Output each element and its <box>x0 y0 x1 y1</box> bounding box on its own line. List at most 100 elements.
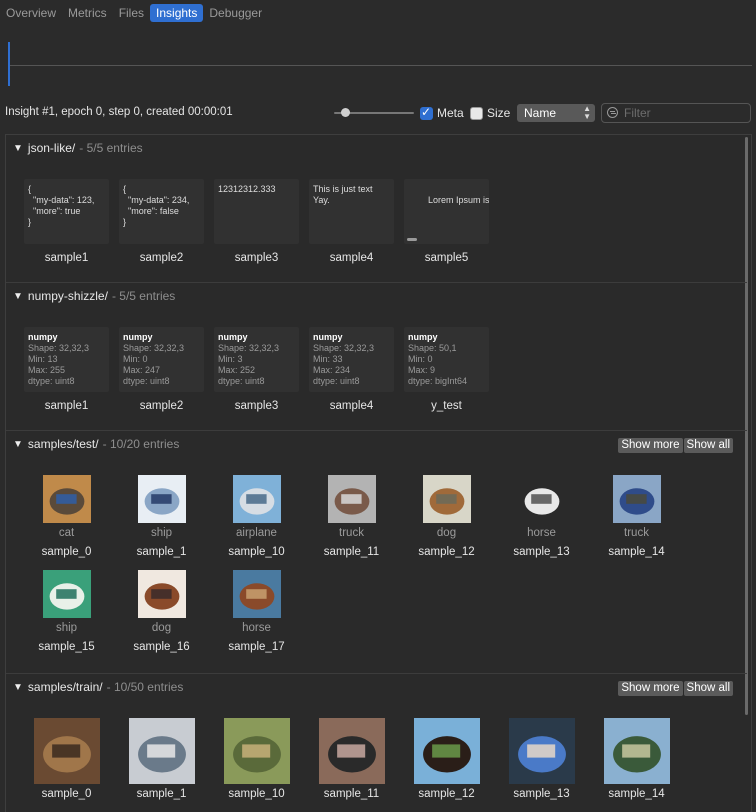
disclosure-triangle-icon[interactable]: ▼ <box>13 143 23 154</box>
section-buttons: Show more Show all <box>618 438 733 453</box>
entry-card[interactable]: This is just text Yay. sample4 <box>309 179 394 264</box>
section-header[interactable]: ▼ samples/test/ - 10/20 entries <box>13 437 179 451</box>
sample-thumbnail[interactable] <box>42 570 91 618</box>
sample-item[interactable]: horse sample_17 <box>209 570 304 653</box>
disclosure-triangle-icon[interactable]: ▼ <box>13 439 23 450</box>
disclosure-triangle-icon[interactable]: ▼ <box>13 291 23 302</box>
entry-card[interactable]: { "my-data": 234, "more": false } sample… <box>119 179 204 264</box>
section-header[interactable]: ▼ json-like/ - 5/5 entries <box>13 141 143 155</box>
slider-thumb[interactable] <box>341 108 350 117</box>
size-checkbox[interactable]: Size <box>470 106 510 120</box>
section-header[interactable]: ▼ numpy-shizzle/ - 5/5 entries <box>13 289 175 303</box>
section-samples-test: ▼ samples/test/ - 10/20 entries Show mor… <box>6 431 747 674</box>
sample-thumbnail[interactable] <box>223 718 290 784</box>
sample-image <box>42 570 91 618</box>
entry-card[interactable]: numpy Shape: 32,32,3 Min: 13 Max: 255 dtype:… <box>24 327 109 412</box>
sample-thumbnail[interactable] <box>413 718 480 784</box>
section-count: - 5/5 entries <box>111 289 176 303</box>
timeline-marker[interactable] <box>8 42 10 86</box>
sample-thumbnail[interactable] <box>33 718 100 784</box>
sample-item[interactable]: sample_14 <box>589 718 684 800</box>
entry-card[interactable]: { "my-data": 123, "more": true } sample1 <box>24 179 109 264</box>
sample-thumbnail[interactable] <box>603 718 670 784</box>
sample-image <box>137 570 186 618</box>
filter-icon <box>607 107 618 118</box>
sample-image <box>137 475 186 523</box>
filter-input[interactable] <box>624 105 744 121</box>
sample-image <box>603 718 670 784</box>
sample-item[interactable]: sample_12 <box>399 718 494 800</box>
meta-checkbox-label: Meta <box>437 106 464 120</box>
meta-checkbox[interactable]: Meta <box>420 105 464 120</box>
sample-item[interactable]: sample_13 <box>494 718 589 800</box>
sample-item[interactable]: horse sample_13 <box>494 475 589 558</box>
show-all-button[interactable]: Show all <box>683 681 733 696</box>
numpy-stat: dtype: bigInt64 <box>408 376 468 386</box>
show-more-button[interactable]: Show more <box>618 438 683 453</box>
numpy-preview: numpy Shape: 50,1 Min: 0 Max: 9 dtype: bigIn… <box>404 327 489 392</box>
numpy-preview: numpy Shape: 32,32,3 Min: 13 Max: 255 dtype:… <box>24 327 109 392</box>
sample-item[interactable]: dog sample_16 <box>114 570 209 653</box>
sample-class-label: dog <box>151 622 172 634</box>
sample-thumbnail[interactable] <box>327 475 376 523</box>
sample-thumbnail[interactable] <box>508 718 575 784</box>
numpy-stat: Min: 33 <box>313 354 343 364</box>
tab-overview[interactable]: Overview <box>0 4 62 22</box>
entry-label: sample1 <box>44 252 89 264</box>
numpy-stat: Shape: 32,32,3 <box>313 343 375 353</box>
sample-thumbnail[interactable] <box>318 718 385 784</box>
sample-item[interactable]: truck sample_11 <box>304 475 399 558</box>
entry-label: sample_0 <box>41 788 92 800</box>
sample-item[interactable]: sample_0 <box>19 718 114 800</box>
sample-thumbnail[interactable] <box>128 718 195 784</box>
sample-thumbnail[interactable] <box>42 475 91 523</box>
entry-card[interactable]: Lorem Ipsum is sin sample5 <box>404 179 489 264</box>
numpy-stat: dtype: uint8 <box>313 376 360 386</box>
entry-card[interactable]: numpy Shape: 50,1 Min: 0 Max: 9 dtype: bigIn… <box>404 327 489 412</box>
sample-thumbnail[interactable] <box>137 570 186 618</box>
tab-metrics[interactable]: Metrics <box>62 4 113 22</box>
tab-bar: Overview Metrics Files Insights Debugger <box>0 3 268 23</box>
entry-card[interactable]: numpy Shape: 32,32,3 Min: 3 Max: 252 dtype: … <box>214 327 299 412</box>
json-preview: { "my-data": 234, "more": false } <box>119 179 204 244</box>
show-more-button[interactable]: Show more <box>618 681 683 696</box>
sample-image <box>517 475 566 523</box>
thumbnail-size-slider[interactable] <box>334 107 414 119</box>
sample-image <box>33 718 100 784</box>
insight-timeline[interactable] <box>8 42 752 88</box>
entry-label: sample_12 <box>418 788 475 800</box>
sample-thumbnail[interactable] <box>422 475 471 523</box>
sample-item[interactable]: dog sample_12 <box>399 475 494 558</box>
sample-thumbnail[interactable] <box>517 475 566 523</box>
meta-checkbox-box[interactable] <box>420 105 433 120</box>
json-preview: Lorem Ipsum is sin <box>404 179 489 244</box>
entry-card[interactable]: numpy Shape: 32,32,3 Min: 0 Max: 247 dtype: … <box>119 327 204 412</box>
sample-thumbnail[interactable] <box>232 570 281 618</box>
entry-label: y_test <box>431 400 462 412</box>
sample-item[interactable]: sample_10 <box>209 718 304 800</box>
size-checkbox-box[interactable] <box>470 106 483 120</box>
sample-item[interactable]: ship sample_1 <box>114 475 209 558</box>
entry-card[interactable]: 12312312.333 sample3 <box>214 179 299 264</box>
sample-item[interactable]: sample_1 <box>114 718 209 800</box>
sample-item[interactable]: airplane sample_10 <box>209 475 304 558</box>
sort-select[interactable]: Name ▲ ▼ <box>517 104 595 122</box>
filter-field[interactable] <box>601 103 751 123</box>
sample-item[interactable]: sample_11 <box>304 718 399 800</box>
sample-thumbnail[interactable] <box>137 475 186 523</box>
sample-thumbnail[interactable] <box>232 475 281 523</box>
sample-class-label: dog <box>436 527 457 539</box>
section-header[interactable]: ▼ samples/train/ - 10/50 entries <box>13 680 183 694</box>
show-all-button[interactable]: Show all <box>683 438 733 453</box>
sample-image <box>612 475 661 523</box>
mini-scrollbar[interactable] <box>407 238 417 241</box>
sample-thumbnail[interactable] <box>612 475 661 523</box>
tab-debugger[interactable]: Debugger <box>203 4 268 22</box>
sample-item[interactable]: cat sample_0 <box>19 475 114 558</box>
entry-card[interactable]: numpy Shape: 32,32,3 Min: 33 Max: 234 dtype:… <box>309 327 394 412</box>
tab-insights[interactable]: Insights <box>150 4 204 22</box>
disclosure-triangle-icon[interactable]: ▼ <box>13 682 23 693</box>
tab-files[interactable]: Files <box>113 4 150 22</box>
sample-item[interactable]: truck sample_14 <box>589 475 684 558</box>
sample-item[interactable]: ship sample_15 <box>19 570 114 653</box>
